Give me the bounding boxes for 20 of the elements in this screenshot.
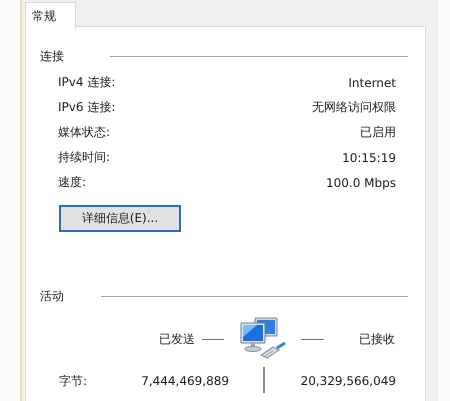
field-value: 无网络访问权限 xyxy=(312,99,396,116)
field-label: 字节: xyxy=(59,373,88,389)
field-value: 10:15:19 xyxy=(342,150,396,164)
received-label: 已接收 xyxy=(359,332,395,346)
field-label: 持续时间: xyxy=(58,149,110,166)
section-heading: 活动 xyxy=(40,288,64,304)
field-label: 媒体状态: xyxy=(58,124,110,141)
received-value: 20,329,566,049 xyxy=(300,373,396,389)
sent-label: 已发送 xyxy=(159,332,195,346)
details-button[interactable]: 详细信息(E)... xyxy=(59,205,181,232)
network-computers-icon xyxy=(239,317,287,361)
section-heading: 连接 xyxy=(40,48,64,64)
sent-value: 7,444,469,889 xyxy=(140,373,229,389)
field-value: Internet xyxy=(348,76,396,90)
field-value: 已启用 xyxy=(360,124,396,141)
field-value: 100.0 Mbps xyxy=(326,176,396,190)
field-label: IPv4 连接: xyxy=(58,74,116,91)
field-label: 速度: xyxy=(58,174,86,191)
field-label: IPv6 连接: xyxy=(58,99,116,116)
tab[interactable]: 常规 xyxy=(25,2,76,29)
